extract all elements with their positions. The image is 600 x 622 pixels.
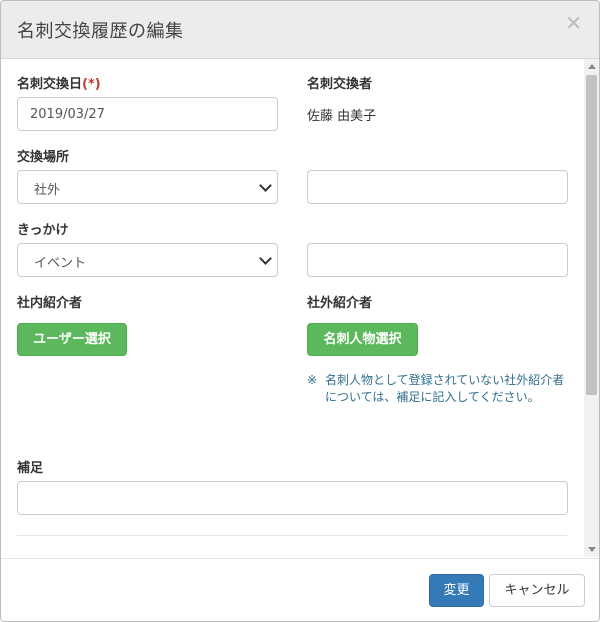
place-other-input[interactable] bbox=[307, 170, 568, 204]
note-text: 名刺人物として登録されていない社外紹介者については、補足に記入してください。 bbox=[325, 373, 565, 404]
divider bbox=[17, 535, 567, 536]
place-select[interactable]: 社外 bbox=[17, 170, 278, 204]
exchange-date-label-text: 名刺交換日 bbox=[17, 77, 83, 92]
trigger-other-input[interactable] bbox=[307, 243, 568, 277]
trigger-select[interactable]: イベント bbox=[17, 243, 278, 277]
place-selected-value: 社外 bbox=[34, 183, 61, 198]
exchanger-value: 佐藤 由美子 bbox=[307, 109, 377, 124]
exchange-date-label: 名刺交換日(*) bbox=[17, 73, 101, 92]
chevron-down-icon bbox=[259, 252, 272, 265]
modal-body: 名刺交換日(*) 名刺交換者 佐藤 由美子 交換場所 社外 きっかけ イベント … bbox=[1, 59, 599, 557]
scrollbar-thumb[interactable] bbox=[586, 75, 597, 395]
modal-title: 名刺交換履歴の編集 bbox=[17, 21, 184, 42]
trigger-label: きっかけ bbox=[17, 223, 69, 238]
exchanger-label: 名刺交換者 bbox=[307, 77, 373, 92]
chevron-down-icon bbox=[259, 179, 272, 192]
place-label: 交換場所 bbox=[17, 150, 70, 165]
note-mark: ※ bbox=[307, 373, 318, 387]
scrollbar[interactable] bbox=[584, 59, 599, 557]
submit-button[interactable]: 変更 bbox=[429, 574, 484, 607]
edit-exchange-history-modal: 名刺交換履歴の編集 ✕ 名刺交換日(*) 名刺交換者 佐藤 由美子 交換場所 社… bbox=[0, 0, 600, 622]
exchange-date-input[interactable] bbox=[17, 97, 278, 131]
trigger-selected-value: イベント bbox=[34, 256, 87, 271]
remarks-label: 補足 bbox=[17, 461, 44, 476]
select-user-button[interactable]: ユーザー選択 bbox=[17, 323, 127, 356]
cancel-button[interactable]: キャンセル bbox=[489, 574, 585, 607]
external-referrer-label: 社外紹介者 bbox=[307, 296, 373, 311]
close-icon[interactable]: ✕ bbox=[565, 13, 582, 33]
required-mark: (*) bbox=[82, 77, 101, 92]
remarks-input[interactable] bbox=[17, 481, 568, 515]
modal-footer: 変更 キャンセル bbox=[1, 558, 599, 621]
modal-header: 名刺交換履歴の編集 ✕ bbox=[1, 1, 599, 59]
scroll-down-arrow-icon[interactable] bbox=[588, 547, 596, 552]
scroll-up-arrow-icon[interactable] bbox=[588, 64, 596, 69]
select-card-person-button[interactable]: 名刺人物選択 bbox=[307, 323, 418, 356]
internal-referrer-label: 社内紹介者 bbox=[17, 296, 83, 311]
external-referrer-note: ※ 名刺人物として登録されていない社外紹介者については、補足に記入してください。 bbox=[307, 372, 565, 406]
